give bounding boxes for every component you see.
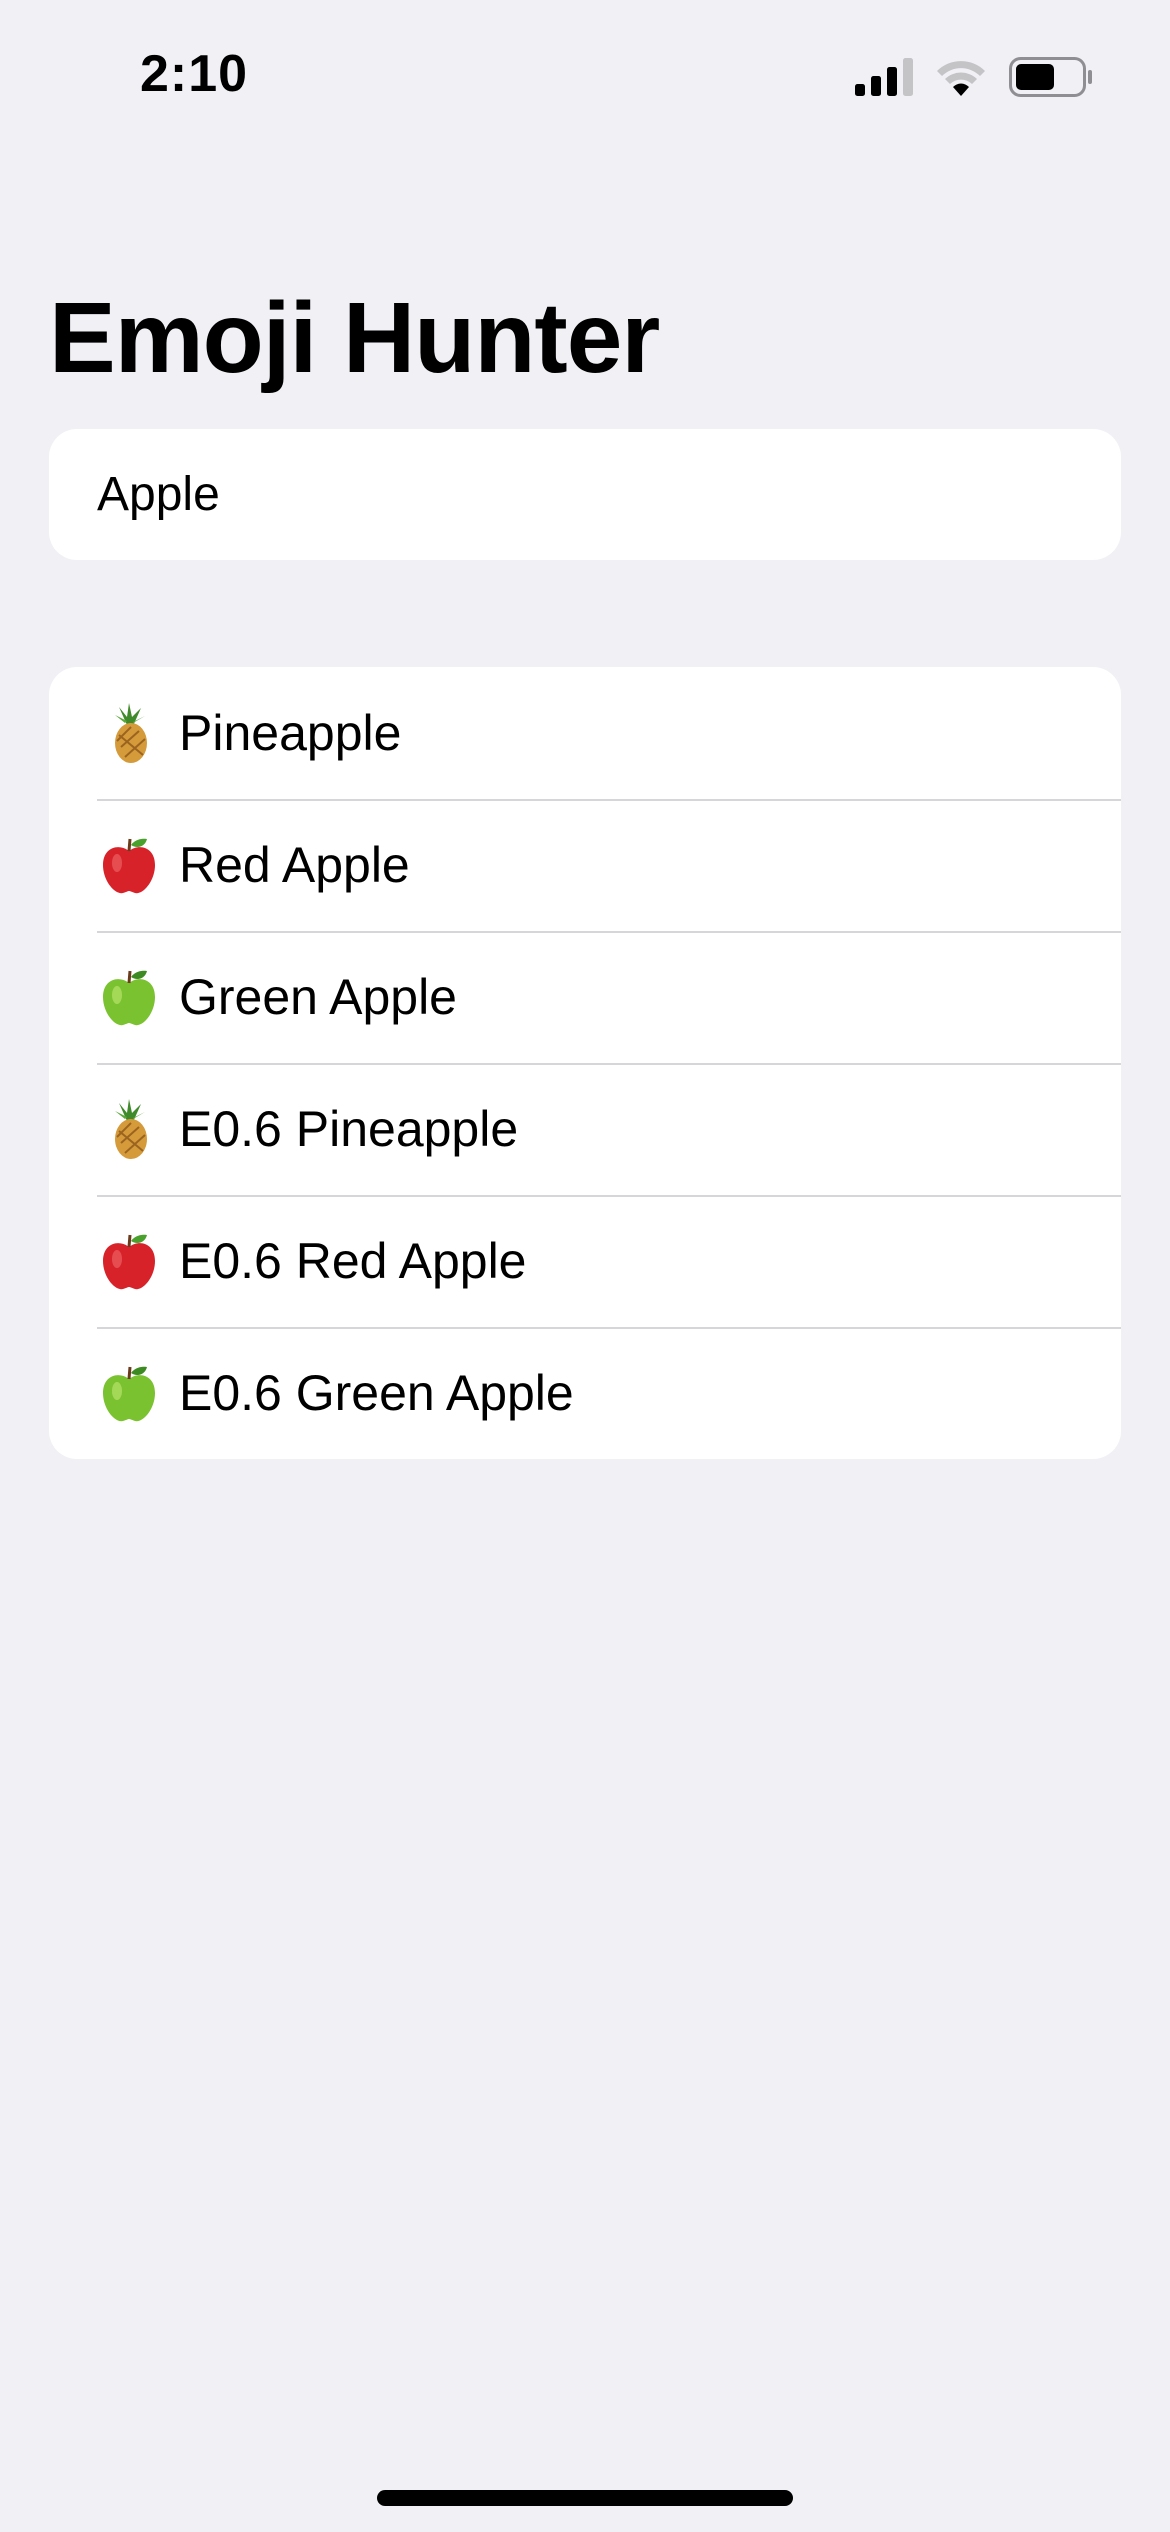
home-indicator[interactable] <box>377 2490 793 2506</box>
red-apple-icon <box>103 838 155 894</box>
search-field[interactable] <box>49 429 1121 560</box>
item-label: Green Apple <box>179 969 457 1025</box>
list-item[interactable]: E0.6 Red Apple <box>49 1195 1121 1327</box>
status-time: 2:10 <box>140 45 249 103</box>
pineapple-icon <box>115 703 147 763</box>
list-item[interactable]: E0.6 Pineapple <box>49 1063 1121 1195</box>
results-list: Pineapple Red Apple Green Apple E0.6 Pin… <box>49 667 1121 1459</box>
battery-icon <box>1009 57 1092 97</box>
wifi-icon <box>937 61 985 96</box>
item-label: E0.6 Green Apple <box>179 1365 574 1421</box>
item-label: E0.6 Red Apple <box>179 1233 527 1289</box>
list-item[interactable]: E0.6 Green Apple <box>49 1327 1121 1459</box>
cellular-signal-icon <box>855 58 913 96</box>
green-apple-icon <box>103 970 155 1026</box>
green-apple-icon <box>103 1366 155 1422</box>
red-apple-icon <box>103 1234 155 1290</box>
list-item[interactable]: Red Apple <box>49 799 1121 931</box>
item-label: E0.6 Pineapple <box>179 1101 519 1157</box>
item-label: Pineapple <box>179 705 402 761</box>
page-title: Emoji Hunter <box>49 282 660 394</box>
list-item[interactable]: Pineapple <box>49 667 1121 799</box>
item-label: Red Apple <box>179 837 410 893</box>
search-input[interactable] <box>97 467 1073 522</box>
pineapple-icon <box>115 1099 147 1159</box>
status-bar: 2:10 <box>0 0 1170 150</box>
list-item[interactable]: Green Apple <box>49 931 1121 1063</box>
